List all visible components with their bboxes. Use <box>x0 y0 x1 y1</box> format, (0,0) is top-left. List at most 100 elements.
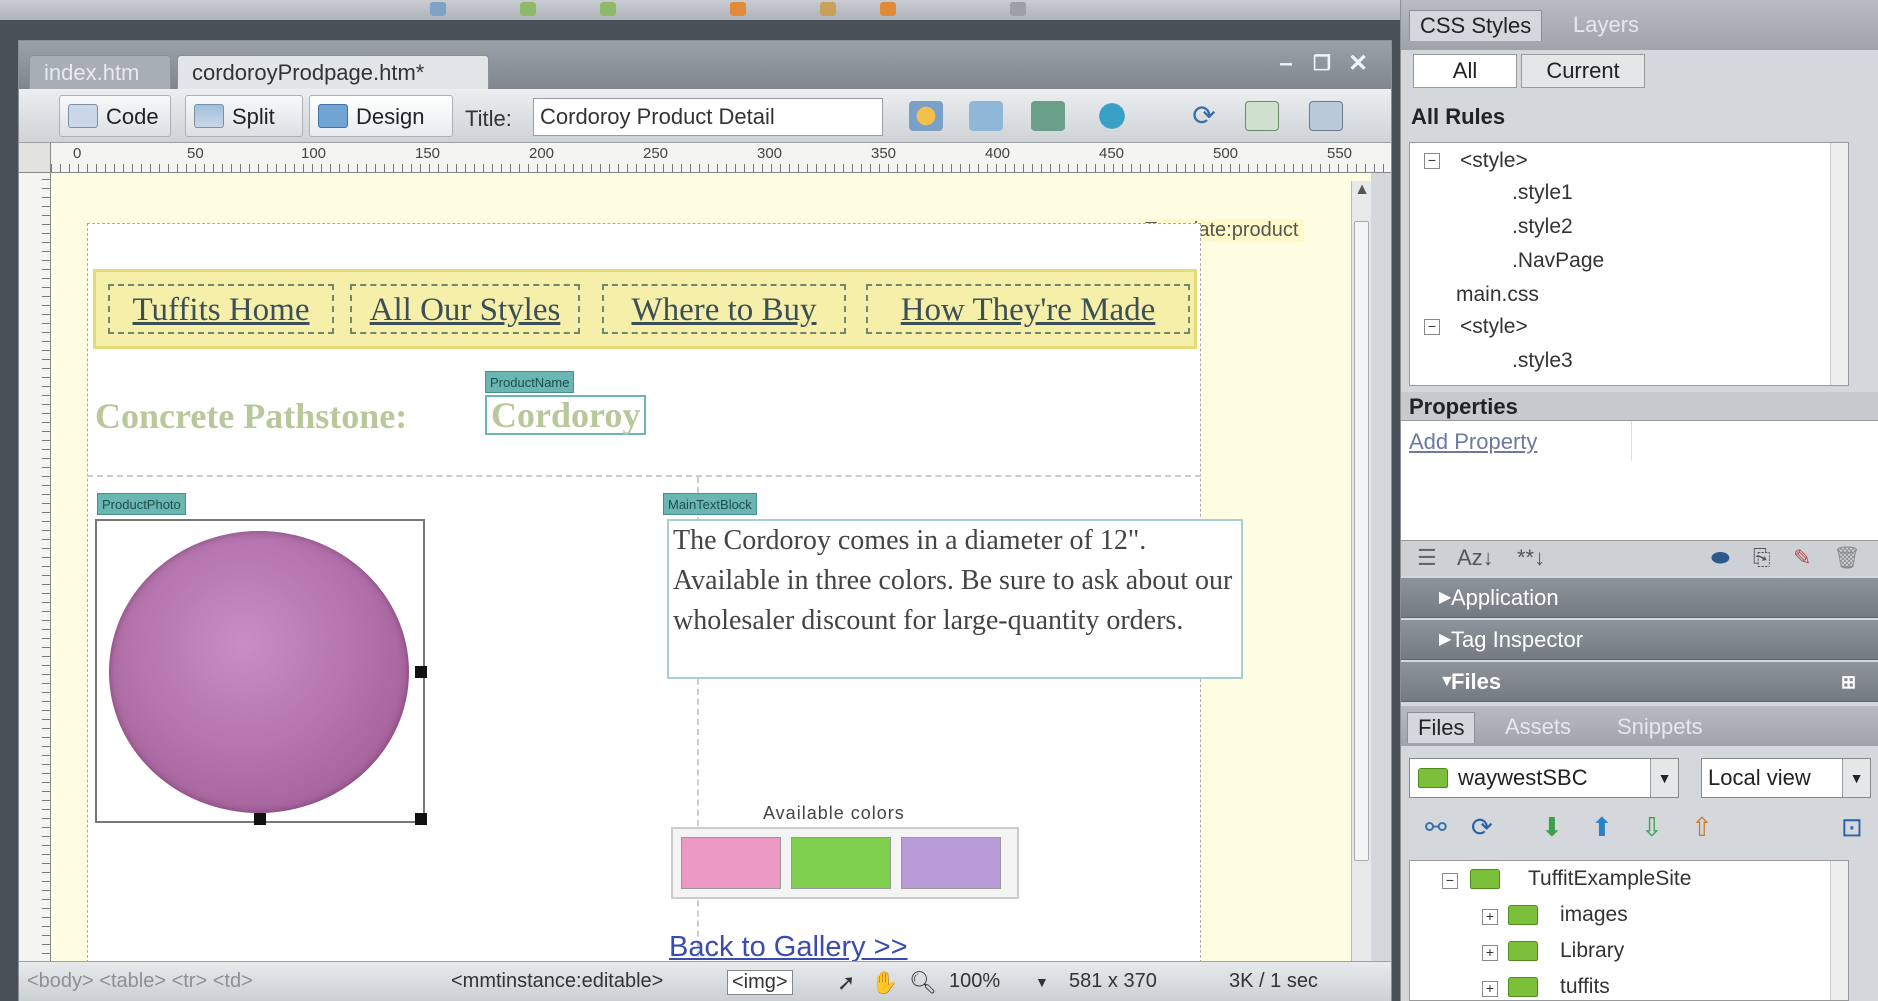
nav-link-how-made[interactable]: How They're Made <box>866 284 1190 334</box>
navigation-bar: Tuffits Home All Our Styles Where to Buy… <box>93 269 1197 349</box>
panel-options-icon[interactable]: ⊞ <box>1841 662 1856 702</box>
tab-snippets[interactable]: Snippets <box>1617 714 1703 740</box>
collapse-icon[interactable]: − <box>1424 153 1440 169</box>
chevron-down-icon[interactable]: ▼ <box>1842 759 1870 797</box>
window-size[interactable]: 581 x 370 <box>1069 970 1157 993</box>
show-category-icon[interactable]: ☰ <box>1417 545 1437 571</box>
collapse-icon[interactable]: − <box>1442 873 1458 889</box>
expand-panel-icon[interactable]: ⊡ <box>1841 812 1863 843</box>
expand-icon[interactable]: + <box>1482 945 1498 961</box>
tag-selector[interactable]: <body> <table> <tr> <td> <box>27 970 253 993</box>
nav-link-where-to-buy[interactable]: Where to Buy <box>602 284 846 334</box>
rules-scrollbar[interactable] <box>1830 143 1848 385</box>
zoom-select[interactable]: 100% <box>949 970 1000 993</box>
nav-link-home[interactable]: Tuffits Home <box>108 284 334 334</box>
back-to-gallery-link[interactable]: Back to Gallery >> <box>669 931 908 964</box>
product-name-editable[interactable]: Cordoroy <box>485 395 647 435</box>
file-tree-item[interactable]: tuffits <box>1560 975 1610 999</box>
tab-files[interactable]: Files <box>1407 712 1476 743</box>
minimize-icon[interactable]: – <box>1273 51 1299 77</box>
browser-check-icon[interactable] <box>1095 101 1129 131</box>
connect-icon[interactable]: ⚯ <box>1425 812 1447 843</box>
check-out-icon[interactable]: ⇩ <box>1641 812 1663 843</box>
file-tree-item[interactable]: TuffitExampleSite <box>1528 867 1691 891</box>
add-property-link[interactable]: Add Property <box>1409 429 1537 455</box>
rule-item[interactable]: <style> <box>1460 315 1528 339</box>
preview-icon[interactable] <box>969 101 1003 131</box>
close-icon[interactable]: ✕ <box>1345 51 1371 77</box>
sort-az-icon[interactable]: Az↓ <box>1457 545 1494 571</box>
refresh-icon[interactable]: ⟳ <box>1471 812 1493 843</box>
toolbar-icon[interactable] <box>730 2 746 16</box>
new-rule-icon[interactable]: ⎘ <box>1753 545 1771 571</box>
restore-icon[interactable]: ❐ <box>1309 51 1335 77</box>
resize-handle[interactable] <box>254 813 266 825</box>
main-text-block[interactable]: The Cordoroy comes in a diameter of 12".… <box>667 519 1243 679</box>
rule-item[interactable]: <style> <box>1460 149 1528 173</box>
rule-item[interactable]: .style3 <box>1512 349 1573 373</box>
rule-item[interactable]: main.css <box>1456 283 1539 307</box>
chevron-down-icon[interactable]: ▼ <box>1035 974 1049 990</box>
resize-handle[interactable] <box>415 666 427 678</box>
title-input[interactable]: Cordoroy Product Detail <box>533 98 883 136</box>
tab-assets[interactable]: Assets <box>1505 714 1571 740</box>
collapse-icon[interactable]: − <box>1424 319 1440 335</box>
debug-icon[interactable] <box>1031 101 1065 131</box>
img-tag-selector[interactable]: <img> <box>727 970 793 995</box>
tag-inspector-panel-header[interactable]: ▶ Tag Inspector <box>1401 620 1878 660</box>
view-select[interactable]: Local view ▼ <box>1701 758 1871 798</box>
all-mode-button[interactable]: All <box>1413 54 1517 88</box>
zoom-tool-icon[interactable]: 🔍︎ <box>909 970 937 996</box>
expand-icon[interactable]: + <box>1482 909 1498 925</box>
toolbar-icon[interactable] <box>520 2 536 16</box>
expand-icon[interactable]: + <box>1482 981 1498 997</box>
tab-layers[interactable]: Layers <box>1573 12 1639 38</box>
resize-handle[interactable] <box>415 813 427 825</box>
tab-index-htm[interactable]: index.htm <box>29 55 171 89</box>
toolbar-icon[interactable] <box>880 2 896 16</box>
toolbar-icon[interactable] <box>600 2 616 16</box>
edit-style-icon[interactable]: ✎ <box>1793 545 1811 571</box>
tab-cordoroy-prodpage[interactable]: cordoroyProdpage.htm* <box>177 55 489 89</box>
toolbar-icon[interactable] <box>430 2 446 16</box>
get-files-icon[interactable]: ⬇ <box>1541 812 1563 843</box>
scroll-thumb[interactable] <box>1354 221 1369 861</box>
put-files-icon[interactable]: ⬆ <box>1591 812 1613 843</box>
ruler-mark: 100 <box>301 145 327 162</box>
nav-link-styles[interactable]: All Our Styles <box>350 284 580 334</box>
file-management-icon[interactable] <box>909 101 943 131</box>
design-view-button[interactable]: Design <box>309 95 453 137</box>
split-view-button[interactable]: Split <box>185 95 303 137</box>
hand-tool-icon[interactable]: ✋ <box>871 970 898 996</box>
vertical-scrollbar[interactable]: ▲ ▼ <box>1351 181 1371 981</box>
delete-icon[interactable]: 🗑︎ <box>1833 545 1861 571</box>
scroll-up-icon[interactable]: ▲ <box>1352 181 1372 201</box>
attach-style-icon[interactable]: ⬬ <box>1711 545 1730 571</box>
visual-aids-icon[interactable] <box>1309 101 1343 131</box>
check-in-icon[interactable]: ⇧ <box>1691 812 1713 843</box>
rule-item[interactable]: .style2 <box>1512 215 1573 239</box>
tab-css-styles[interactable]: CSS Styles <box>1409 10 1543 41</box>
status-bar: <body> <table> <tr> <td> <mmtinstance:ed… <box>19 961 1391 1001</box>
file-tree-item[interactable]: Library <box>1560 939 1624 963</box>
toolbar-icon[interactable] <box>820 2 836 16</box>
site-select[interactable]: waywestSBC ▼ <box>1409 758 1679 798</box>
current-mode-button[interactable]: Current <box>1521 54 1645 88</box>
product-photo[interactable] <box>95 519 427 825</box>
code-view-button[interactable]: Code <box>59 95 171 137</box>
file-tree-item[interactable]: images <box>1560 903 1628 927</box>
select-tool-icon[interactable]: ➚ <box>837 970 855 996</box>
toolbar-icon[interactable] <box>1010 2 1026 16</box>
rule-item[interactable]: .style1 <box>1512 181 1573 205</box>
view-options-icon[interactable] <box>1245 101 1279 131</box>
editable-tag-selector[interactable]: <mmtinstance:editable> <box>451 970 663 993</box>
files-panel-header[interactable]: ▼ Files ⊞ <box>1401 662 1878 702</box>
design-canvas[interactable]: Template:product Tuffits Home All Our St… <box>51 173 1371 981</box>
files-scrollbar[interactable] <box>1830 861 1848 1000</box>
grid-line <box>1631 421 1632 461</box>
application-panel-header[interactable]: ▶ Application <box>1401 578 1878 618</box>
show-set-icon[interactable]: **↓ <box>1517 545 1545 571</box>
chevron-down-icon[interactable]: ▼ <box>1650 759 1678 797</box>
refresh-icon[interactable]: ⟳ <box>1187 101 1221 131</box>
rule-item[interactable]: .NavPage <box>1512 249 1604 273</box>
